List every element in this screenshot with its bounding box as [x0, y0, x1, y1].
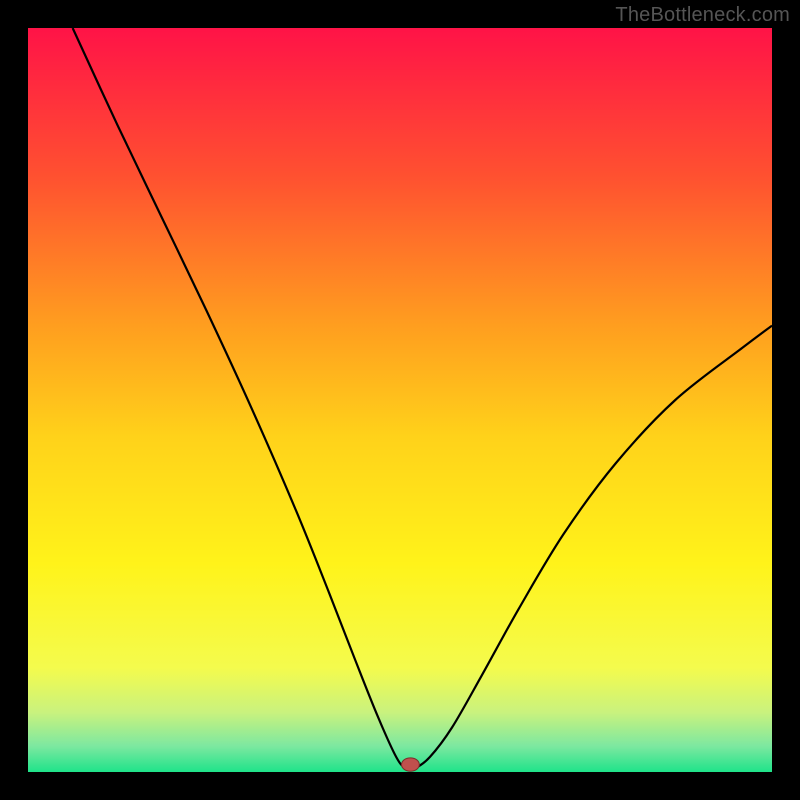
plot-area	[28, 28, 772, 772]
gradient-background	[28, 28, 772, 772]
min-marker	[401, 758, 419, 771]
watermark-text: TheBottleneck.com	[615, 4, 790, 27]
plot-svg	[28, 28, 772, 772]
chart-frame: TheBottleneck.com	[0, 0, 800, 800]
